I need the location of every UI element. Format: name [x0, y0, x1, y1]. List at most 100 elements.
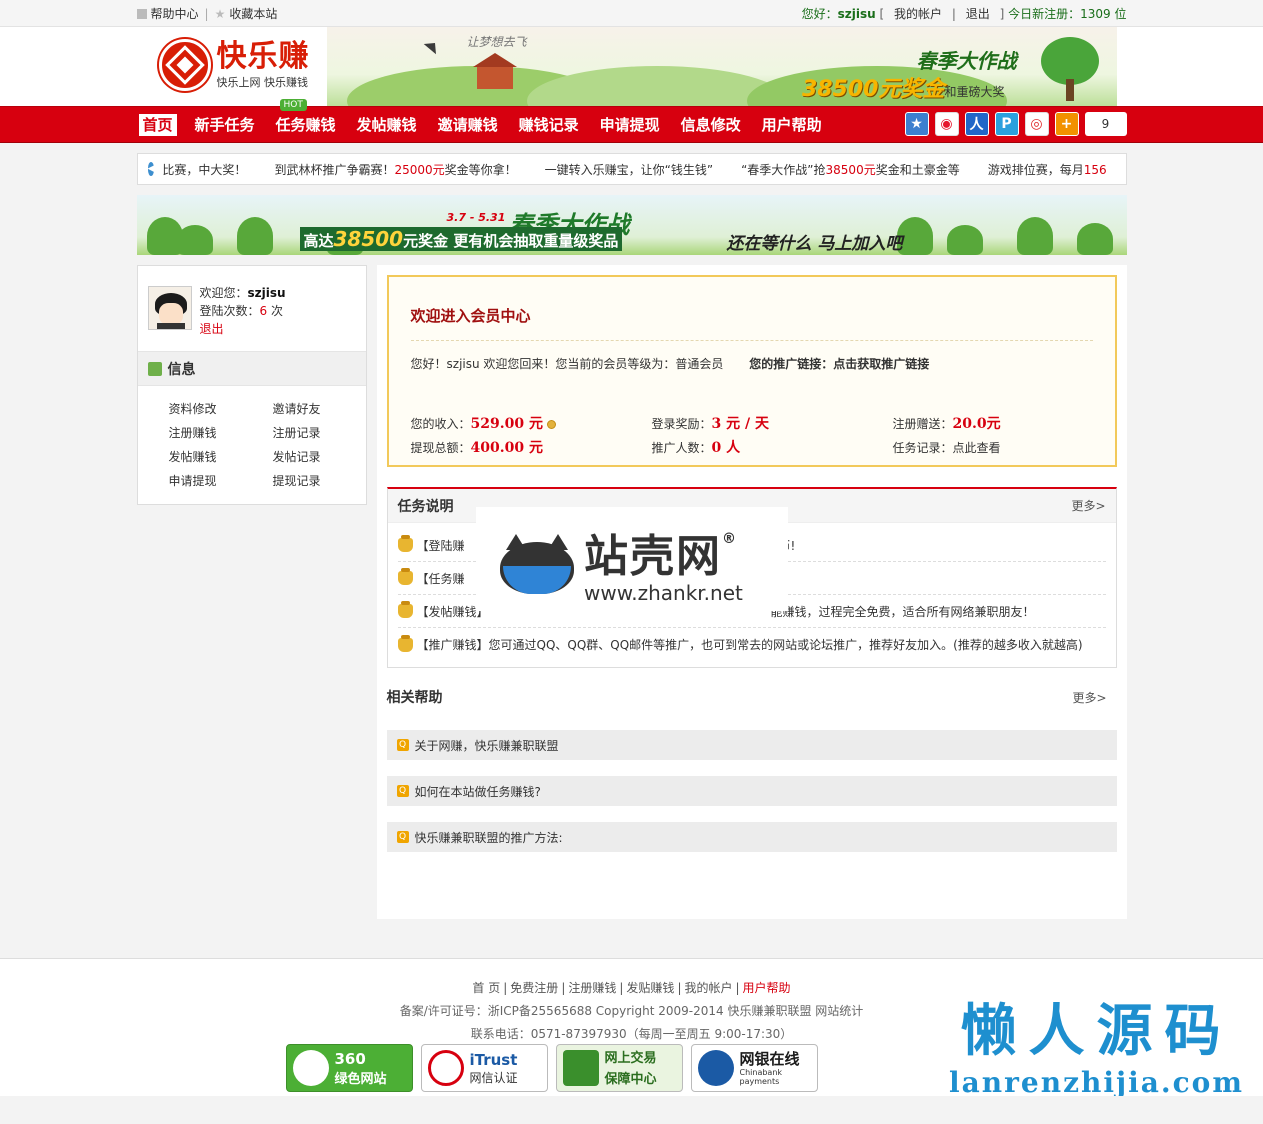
menu-withdraw[interactable]: 申请提现 [169, 472, 273, 490]
help-title: 相关帮助 [386, 690, 443, 706]
plus-shield-icon [292, 1050, 329, 1086]
stat-task-records: 任务记录：点此查看 [892, 440, 1001, 455]
footer-link-account[interactable]: 我的帐户 [684, 981, 732, 995]
menu-register-records[interactable]: 注册记录 [273, 424, 377, 442]
header: 快乐赚 快乐上网 快乐赚钱 让梦想去飞 春季大作战 38500元奖金和重磅大奖 [0, 27, 1263, 106]
nav-edit-info[interactable]: 信息修改 [671, 107, 751, 143]
bracket: ] [999, 7, 1005, 21]
help-center-link[interactable]: 帮助中心 [151, 5, 199, 22]
menu-invite-friends[interactable]: 邀请好友 [273, 400, 377, 418]
welcome-panel: 欢迎进入会员中心 您好！szjisu 欢迎您回来！您当前的会员等级为：普通会员 … [386, 275, 1117, 467]
pengyou-icon[interactable]: P [994, 112, 1019, 136]
sidebar-section-header: 信息 [137, 352, 366, 386]
help-item[interactable]: Q 关于网赚，快乐赚兼职联盟 [386, 730, 1117, 760]
task-box-title: 任务说明 [397, 498, 454, 515]
help-header: 相关帮助 更多> [387, 680, 1117, 714]
menu-post-earn[interactable]: 发帖赚钱 [169, 448, 273, 466]
badge-itrust[interactable]: iTrust 网信认证 [420, 1044, 548, 1092]
top-username: szjisu [837, 7, 876, 21]
my-account-link[interactable]: 我的帐户 [894, 7, 942, 21]
stats-grid: 您的收入：529.00 元 登录奖励：3 元 / 天 注册赠送：20.0元 提现… [411, 411, 1101, 459]
footer-link-register-earn[interactable]: 注册赚钱 [568, 981, 616, 995]
help-icon [136, 8, 147, 19]
badge-chinabank[interactable]: 网银在线 Chinabank payments [690, 1044, 818, 1092]
more-share-icon[interactable]: + [1054, 112, 1079, 136]
promo-link[interactable]: 您的推广链接：点击获取推广链接 [749, 357, 929, 371]
menu-withdraw-records[interactable]: 提现记录 [273, 472, 377, 490]
task-more-link[interactable]: 更多> [1071, 497, 1105, 514]
nav-earn-records[interactable]: 赚钱记录 [509, 107, 589, 143]
menu-post-records[interactable]: 发帖记录 [273, 448, 377, 466]
nav-newbie-tasks[interactable]: 新手任务 [185, 107, 265, 143]
logo-icon [158, 39, 211, 91]
watermark-zhankr: 站壳网® www.zhankr.net [476, 507, 788, 611]
question-icon: Q [396, 785, 409, 797]
stat-login-reward: 登录奖励：3 元 / 天 [651, 416, 770, 432]
coin-icon [546, 420, 556, 429]
task-records-link[interactable]: 点此查看 [953, 441, 1001, 455]
site-logo[interactable]: 快乐赚 快乐上网 快乐赚钱 [158, 39, 310, 91]
notice-item[interactable]: 游戏排位赛，每月156 [988, 161, 1107, 178]
footer-link-help[interactable]: 用户帮助 [743, 981, 791, 995]
promo-banner[interactable]: 3.7 - 5.31 春季大作战 高达38500元奖金 更有机会抽取重量级奖品 还… [136, 195, 1127, 255]
nav-post-earn[interactable]: 发帖赚钱 [347, 107, 427, 143]
menu-register-earn[interactable]: 注册赚钱 [169, 424, 273, 442]
hello-label: 您好： [801, 7, 838, 21]
watermark-brand: 站壳网 [584, 531, 722, 582]
sidebar-menu: 资料修改 邀请好友 注册赚钱 注册记录 发帖赚钱 发帖记录 申请提现 提现记录 [138, 386, 366, 504]
notice-ticker: ◀ 比赛，中大奖！ 到武林杯推广争霸赛！25000元奖金等你拿！ 一键转入乐赚宝… [136, 153, 1127, 185]
share-count: 9 [1084, 112, 1127, 136]
nav-user-help[interactable]: 用户帮助 [752, 107, 832, 143]
question-icon: Q [396, 831, 409, 843]
nav-home[interactable]: 首页 [138, 114, 177, 136]
welcome-username: szjisu [446, 357, 480, 371]
badge-trade-protection[interactable]: 网上交易 保障中心 [555, 1044, 683, 1092]
greeting: 您好！ [410, 357, 447, 371]
footer-link-post-earn[interactable]: 发贴赚钱 [626, 981, 674, 995]
notice-item[interactable]: 到武林杯推广争霸赛！25000元奖金等你拿！ [274, 161, 516, 178]
weibo-icon[interactable]: ◉ [934, 112, 959, 136]
help-item[interactable]: Q 快乐赚兼职联盟的推广方法: [386, 822, 1117, 852]
login-count-label: 登陆次数： [199, 304, 260, 318]
money-bag-icon [397, 601, 413, 618]
notice-item[interactable]: “春季大作战”抢38500元奖金和土豪金等 [741, 161, 960, 178]
footer-link-home[interactable]: 首 页 [472, 981, 500, 995]
qzone-icon[interactable]: ★ [904, 112, 929, 136]
new-register-unit: 位 [1114, 7, 1127, 21]
task-item[interactable]: 【推广赚钱】您可通过QQ、QQ群、QQ邮件等推广，也可到常去的网站或论坛推广，推… [397, 628, 1106, 661]
renren-icon[interactable]: 人 [964, 112, 989, 136]
stat-register-bonus: 注册赠送：20.0元 [892, 416, 1001, 432]
stat-promo-count: 推广人数：0 人 [651, 440, 741, 456]
notice-item[interactable]: 比赛，中大奖！ [162, 161, 246, 178]
sidebar-username: szjisu [247, 286, 286, 300]
question-icon: Q [396, 739, 409, 751]
menu-edit-profile[interactable]: 资料修改 [169, 400, 273, 418]
shield-icon [562, 1050, 599, 1086]
money-bag-icon [397, 568, 413, 585]
header-illustration: 让梦想去飞 春季大作战 38500元奖金和重磅大奖 [326, 27, 1117, 106]
cat-logo-icon [500, 524, 574, 594]
logo-subtitle: 快乐上网 快乐赚钱 [216, 76, 309, 89]
house-icon [472, 53, 517, 89]
footer-link-register[interactable]: 免费注册 [510, 981, 558, 995]
separator: | [951, 7, 956, 21]
help-item[interactable]: Q 如何在本站做任务赚钱? [386, 776, 1117, 806]
logout-link[interactable]: 退出 [966, 7, 990, 21]
badge-360[interactable]: 360 绿色网站 [285, 1044, 413, 1092]
sidebar-logout-link[interactable]: 退出 [200, 322, 224, 336]
bottom-bar [0, 1096, 1263, 1124]
header-promo-title: 春季大作战 [916, 49, 1017, 73]
bracket: [ [879, 7, 885, 21]
bookmark-link[interactable]: 收藏本站 [229, 5, 277, 22]
nav-task-earn[interactable]: 任务赚钱 HOT [266, 99, 346, 143]
separator: | [204, 6, 209, 21]
tencent-weibo-icon[interactable]: ◎ [1024, 112, 1049, 136]
tree-icon [1040, 37, 1099, 85]
nav-invite-earn[interactable]: 邀请赚钱 [428, 107, 508, 143]
nav-withdraw[interactable]: 申请提现 [590, 107, 670, 143]
stat-income: 您的收入：529.00 元 [411, 413, 652, 433]
help-more-link[interactable]: 更多> [1072, 689, 1106, 706]
user-panel: 欢迎您：szjisu 登陆次数：6 次 退出 [137, 266, 366, 352]
lanren-url: lanrenzhijia.com [949, 1066, 1244, 1099]
notice-item[interactable]: 一键转入乐赚宝，让你“钱生钱” [545, 161, 713, 178]
